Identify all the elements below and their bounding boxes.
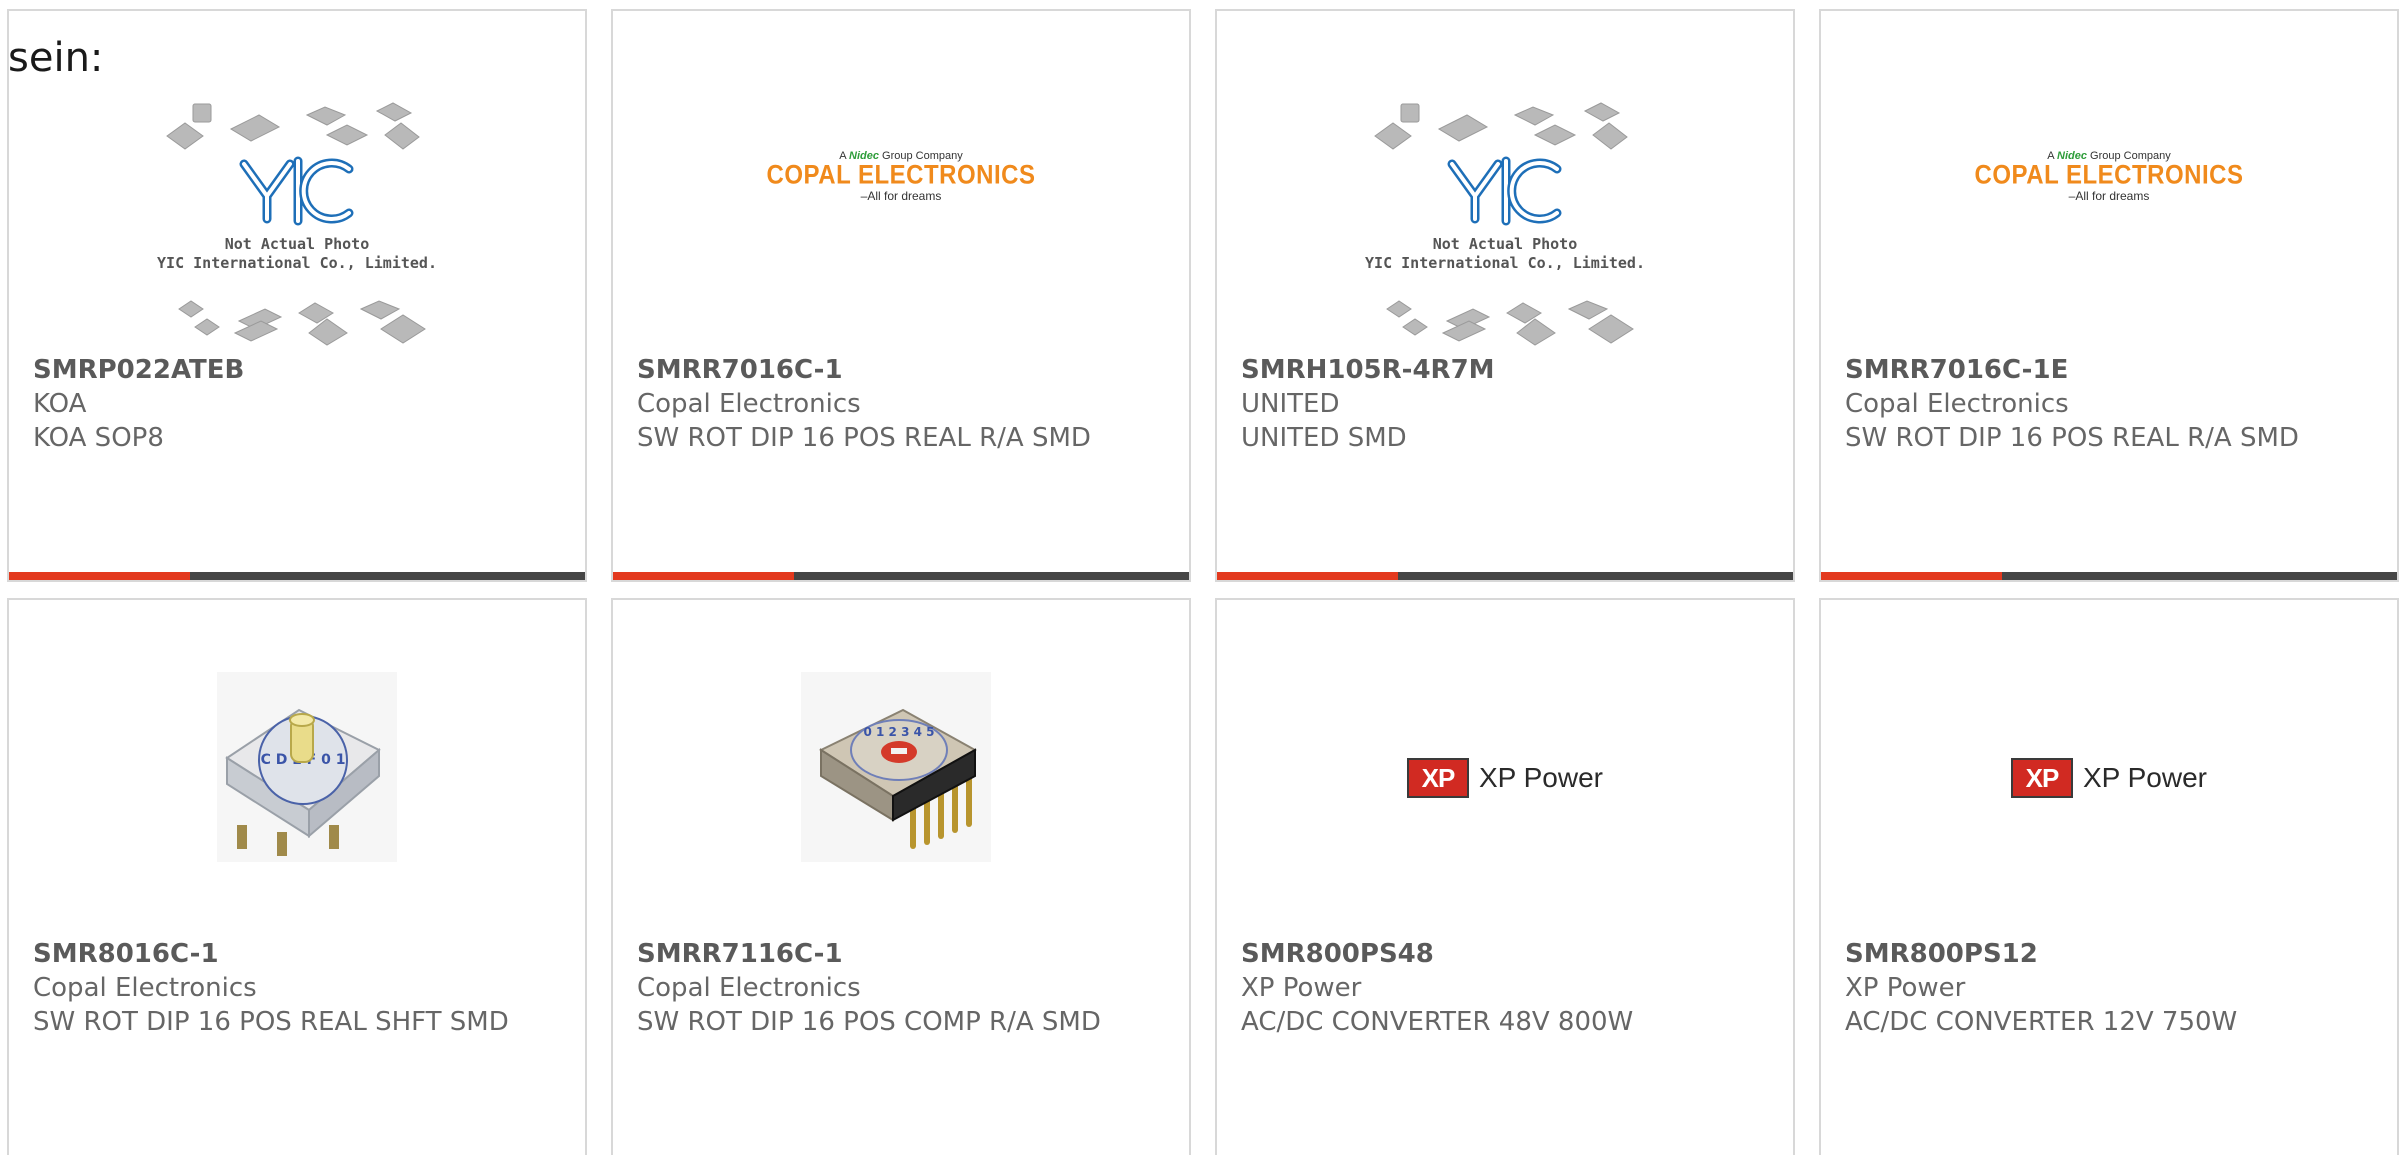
xp-logo-box: XP [2011, 758, 2073, 798]
card-footer-accent [613, 572, 794, 580]
product-description: SW ROT DIP 16 POS COMP R/A SMD [637, 1007, 1101, 1037]
logo-name: COPAL ELECTRONICS [766, 160, 1036, 191]
placeholder-caption-line2: YIC International Co., Limited. [1365, 254, 1645, 272]
part-number-link[interactable]: SMRR7016C-1E [1845, 353, 2377, 387]
card-footer-bar [1217, 572, 1793, 580]
manufacturer-name: KOA [33, 389, 87, 419]
product-description: SW ROT DIP 16 POS REAL R/A SMD [1845, 423, 2299, 453]
manufacturer-name: UNITED [1241, 389, 1340, 419]
xp-logo-name: XP Power [2083, 762, 2207, 793]
placeholder-caption-line1: Not Actual Photo [224, 235, 370, 253]
xp-power-logo: XP XP Power [1821, 758, 2397, 798]
manufacturer-name: XP Power [1845, 973, 1966, 1003]
product-description: KOA SOP8 [33, 423, 164, 453]
card-footer-bar [613, 572, 1189, 580]
part-number-link[interactable]: SMRH105R-4R7M [1241, 353, 1773, 387]
product-card[interactable]: 0 1 2 3 4 5 SMRR7116C-1 Copal Electronic… [611, 598, 1191, 1155]
product-description: AC/DC CONVERTER 48V 800W [1241, 1007, 1634, 1037]
manufacturer-name: Copal Electronics [33, 973, 257, 1003]
product-grid-page: sein: Not Actual Photo YIC International… [0, 0, 2400, 1155]
product-card[interactable]: XP XP Power SMR800PS48 XP Power AC/DC CON… [1215, 598, 1795, 1155]
part-number-link[interactable]: SMR8016C-1 [33, 937, 565, 971]
placeholder-caption-line1: Not Actual Photo [1432, 235, 1578, 253]
xp-logo-box: XP [1407, 758, 1469, 798]
intro-text: sein: [8, 35, 104, 81]
part-number-link[interactable]: SMRR7116C-1 [637, 937, 1169, 971]
product-card[interactable]: A Nidec Group Company COPAL ELECTRONICS … [611, 9, 1191, 582]
card-footer-bar [1821, 572, 2397, 580]
xp-power-logo: XP XP Power [1217, 758, 1793, 798]
product-card[interactable]: C D E F 0 1 SMR8016C-1 Copal Electronics… [7, 598, 587, 1155]
product-image-copal-logo[interactable]: A Nidec Group Company COPAL ELECTRONICS … [613, 11, 1189, 351]
product-card[interactable]: XP XP Power SMR800PS12 XP Power AC/DC CON… [1819, 598, 2399, 1155]
copal-electronics-logo: A Nidec Group Company COPAL ELECTRONICS … [613, 149, 1189, 203]
product-image-copal-logo[interactable]: A Nidec Group Company COPAL ELECTRONICS … [1821, 11, 2397, 351]
part-number-link[interactable]: SMRR7016C-1 [637, 353, 1169, 387]
logo-name: COPAL ELECTRONICS [1974, 160, 2244, 191]
rotary-dip-switch-photo-icon: C D E F 0 1 [217, 672, 397, 862]
chip-placeholder-icon [1374, 102, 1634, 346]
manufacturer-name: Copal Electronics [637, 389, 861, 419]
product-image-xp-power-logo[interactable]: XP XP Power [1821, 600, 2397, 940]
product-description: SW ROT DIP 16 POS REAL R/A SMD [637, 423, 1091, 453]
product-image-rotary-switch[interactable]: C D E F 0 1 [9, 600, 585, 940]
placeholder-caption-line2: YIC International Co., Limited. [157, 254, 437, 272]
part-number-link[interactable]: SMR800PS48 [1241, 937, 1773, 971]
product-description: SW ROT DIP 16 POS REAL SHFT SMD [33, 1007, 509, 1037]
product-card[interactable]: Not Actual Photo YIC International Co., … [7, 9, 587, 582]
product-card[interactable]: Not Actual Photo YIC International Co., … [1215, 9, 1795, 582]
manufacturer-name: Copal Electronics [1845, 389, 2069, 419]
part-number-link[interactable]: SMR800PS12 [1845, 937, 2377, 971]
card-footer-accent [1821, 572, 2002, 580]
card-footer-accent [9, 572, 190, 580]
xp-logo-name: XP Power [1479, 762, 1603, 793]
product-image-xp-power-logo[interactable]: XP XP Power [1217, 600, 1793, 940]
logo-slogan: –All for dreams [860, 189, 942, 203]
product-image-yic-placeholder[interactable]: Not Actual Photo YIC International Co., … [1217, 11, 1793, 351]
part-number-link[interactable]: SMRP022ATEB [33, 353, 565, 387]
manufacturer-name: Copal Electronics [637, 973, 861, 1003]
copal-electronics-logo: A Nidec Group Company COPAL ELECTRONICS … [1821, 149, 2397, 203]
product-description: AC/DC CONVERTER 12V 750W [1845, 1007, 2238, 1037]
svg-text:0 1 2 3 4 5: 0 1 2 3 4 5 [864, 725, 935, 739]
product-image-rotary-switch-ra[interactable]: 0 1 2 3 4 5 [613, 600, 1189, 940]
product-description: UNITED SMD [1241, 423, 1407, 453]
card-footer-bar [9, 572, 585, 580]
logo-slogan: –All for dreams [2068, 189, 2150, 203]
manufacturer-name: XP Power [1241, 973, 1362, 1003]
product-card[interactable]: A Nidec Group Company COPAL ELECTRONICS … [1819, 9, 2399, 582]
rotary-switch-right-angle-photo-icon: 0 1 2 3 4 5 [801, 672, 991, 862]
card-footer-accent [1217, 572, 1398, 580]
